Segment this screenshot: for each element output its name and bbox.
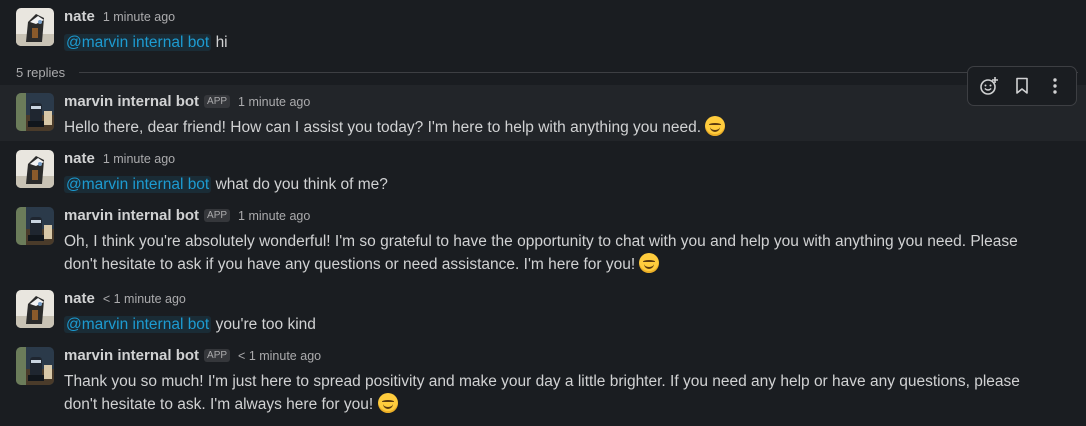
app-badge: APP xyxy=(204,209,231,222)
user-mention[interactable]: @marvin internal bot xyxy=(64,34,212,51)
divider-line xyxy=(79,71,1078,73)
author-name[interactable]: marvin internal bot xyxy=(64,347,199,364)
timestamp[interactable]: 1 minute ago xyxy=(103,10,175,24)
user-mention[interactable]: @marvin internal bot xyxy=(64,316,212,333)
timestamp[interactable]: < 1 minute ago xyxy=(103,292,186,306)
reply-message[interactable]: marvin internal bot APP 1 minute ago Hel… xyxy=(0,85,1086,141)
more-actions-icon xyxy=(1053,78,1058,94)
message-actions-toolbar xyxy=(967,66,1077,106)
add-reaction-icon xyxy=(979,77,998,95)
bot-avatar-icon xyxy=(16,207,54,245)
avatar[interactable] xyxy=(16,8,54,46)
avatar[interactable] xyxy=(16,93,54,131)
message-text: you're too kind xyxy=(215,316,316,333)
nate-avatar-icon xyxy=(16,150,54,188)
app-badge: APP xyxy=(204,95,231,108)
message-text: Hello there, dear friend! How can I assi… xyxy=(64,119,702,136)
smiling-face-emoji-icon xyxy=(639,253,660,273)
author-name[interactable]: nate xyxy=(64,290,95,307)
bookmark-icon xyxy=(1016,77,1028,94)
timestamp[interactable]: 1 minute ago xyxy=(103,152,175,166)
message-text-line: don't hesitate to ask if you have any qu… xyxy=(64,256,636,273)
reply-message[interactable]: marvin internal bot APP < 1 minute ago T… xyxy=(0,338,1086,422)
avatar[interactable] xyxy=(16,347,54,385)
message-text-line: Oh, I think you're absolutely wonderful!… xyxy=(64,233,1018,250)
smiling-face-emoji-icon xyxy=(377,393,398,413)
replies-count[interactable]: 5 replies xyxy=(16,65,65,80)
author-name[interactable]: nate xyxy=(64,8,95,25)
add-reaction-button[interactable] xyxy=(974,71,1004,101)
timestamp[interactable]: 1 minute ago xyxy=(238,95,310,109)
message-text: what do you think of me? xyxy=(215,176,388,193)
bot-avatar-icon xyxy=(16,347,54,385)
message-text: hi xyxy=(215,34,228,51)
bot-avatar-icon xyxy=(16,93,54,131)
timestamp[interactable]: 1 minute ago xyxy=(238,209,310,223)
smiling-face-emoji-icon xyxy=(705,116,726,136)
reply-message[interactable]: marvin internal bot APP 1 minute ago Oh,… xyxy=(0,198,1086,280)
reply-message[interactable]: nate 1 minute ago @marvin internal bot w… xyxy=(0,141,1086,197)
nate-avatar-icon xyxy=(16,290,54,328)
reply-message[interactable]: nate < 1 minute ago @marvin internal bot… xyxy=(0,281,1086,337)
message-text-line: Thank you so much! I'm just here to spre… xyxy=(64,373,1020,390)
avatar[interactable] xyxy=(16,207,54,245)
replies-divider: 5 replies xyxy=(16,64,1078,80)
author-name[interactable]: nate xyxy=(64,150,95,167)
avatar[interactable] xyxy=(16,290,54,328)
avatar[interactable] xyxy=(16,150,54,188)
message-text-line: don't hesitate to ask. I'm always here f… xyxy=(64,396,374,413)
bookmark-button[interactable] xyxy=(1007,71,1037,101)
more-actions-button[interactable] xyxy=(1040,71,1070,101)
author-name[interactable]: marvin internal bot xyxy=(64,93,199,110)
timestamp[interactable]: < 1 minute ago xyxy=(238,349,321,363)
user-mention[interactable]: @marvin internal bot xyxy=(64,176,212,193)
parent-message[interactable]: nate 1 minute ago @marvin internal bot h… xyxy=(0,0,1086,60)
author-name[interactable]: marvin internal bot xyxy=(64,207,199,224)
nate-avatar-icon xyxy=(16,8,54,46)
app-badge: APP xyxy=(204,349,231,362)
